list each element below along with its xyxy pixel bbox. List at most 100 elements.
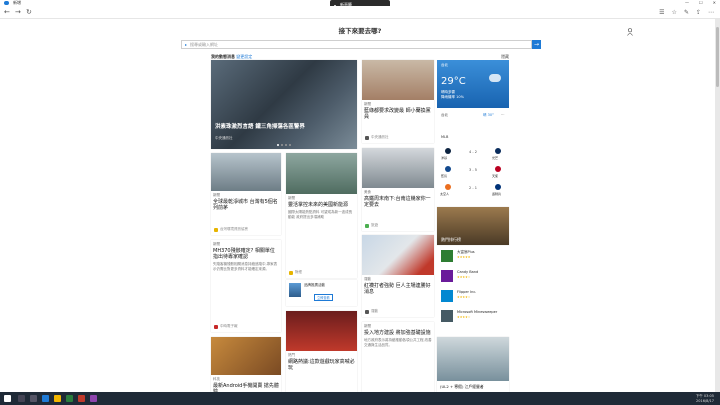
news-card[interactable]: 新聞 投入地方建設 將加強基礎設施 地方政府表示將持續推動各項公共工程,改善交通… [362, 322, 434, 392]
refresh-button[interactable]: ↻ [26, 9, 32, 16]
team-name: 太空人 [440, 192, 450, 196]
news-card[interactable]: 科技 最新Android手機開賣 搶先體驗 [211, 337, 281, 392]
card-footer: 中央通訊社 [371, 135, 389, 139]
clock-date: 2016/8/17 [696, 398, 714, 403]
app-item[interactable]: 大富翁Plus ★★★★★ [441, 248, 507, 266]
team-name: 天使 [492, 174, 499, 178]
search-box[interactable]: ▸ 搜尋或輸入網址 [181, 40, 532, 49]
card-image [286, 311, 357, 351]
store-icon[interactable] [66, 395, 73, 402]
ad-button[interactable]: 立即查看 [314, 294, 333, 301]
carousel-dots[interactable] [277, 144, 291, 146]
reading-list-icon[interactable]: ☰ [659, 9, 664, 16]
user-icon[interactable] [627, 28, 633, 36]
news-card[interactable]: 新聞 MH370殘骸確定? 相關單位指出待專家確認 失蹤客機殘骸相關消息持續追蹤… [211, 240, 281, 332]
ad-card[interactable]: 品牌推廣活動 立即查看 [286, 280, 357, 306]
card-source: 科技 [213, 377, 220, 381]
team-logo-icon [445, 148, 451, 154]
app-item[interactable]: Flipper Inc. ★★★★☆ [441, 288, 507, 306]
hero-card[interactable]: 洪素珠激烈言語 鐵三角掃蕩各區警界 中央通訊社 [211, 60, 357, 149]
favorites-icon[interactable]: ☆ [672, 9, 677, 16]
app-icon[interactable] [90, 395, 97, 402]
game-score: 3 - 5 [469, 168, 477, 172]
address-toolbar: ← → ↻ ☰ ☆ ✎ ⇪ ⋯ [0, 6, 720, 19]
page-heading: 接下來要去哪? [338, 27, 382, 35]
new-tab-page [0, 19, 715, 392]
card-image [286, 153, 357, 194]
search-icon[interactable] [18, 395, 25, 402]
edge-icon[interactable] [42, 395, 49, 402]
card-title: 全球最乾淨城市 台灣有5個名列前茅 [213, 199, 278, 211]
start-icon[interactable] [4, 395, 11, 402]
news-card[interactable]: (UL2 + 寒假) 江戶經營者 [437, 337, 509, 392]
app-item[interactable]: Microsoft Minesweeper ★★★★☆ [441, 308, 507, 326]
search-input[interactable]: 搜尋或輸入網址 [190, 42, 218, 48]
team-logo-icon [495, 166, 501, 172]
card-title: 紅襪打者強勢 巨人主場連勝好消息 [364, 283, 431, 295]
card-body: 國際太陽能熱點資料 可望成為新一波成長動能 政府提出多項補助 [288, 210, 353, 219]
card-image [362, 235, 434, 275]
search-button[interactable]: → [532, 40, 541, 49]
card-source: 新聞 [213, 242, 220, 246]
card-source: 熱門 [288, 353, 295, 357]
weather-city: 台北 [441, 63, 448, 67]
card-title: 最新Android手機開賣 搶先體驗 [213, 383, 279, 392]
sports-widget[interactable]: MLB 洋基 4 - 2 光芒 藍鳥 3 - 5 天使 太空人 2 - 1 遊騎… [437, 132, 509, 202]
team-name: 藍鳥 [441, 174, 448, 178]
clock-time: 下午 03:05 [695, 394, 714, 398]
app-rating: ★★★★☆ [457, 275, 471, 279]
feature-card[interactable]: 熱門排行榜 [437, 207, 509, 245]
share-icon[interactable]: ⇪ [696, 9, 701, 16]
news-card[interactable]: 熱門 網路熱議:這款遊戲玩家高喊必玩 [286, 311, 357, 392]
web-note-icon[interactable]: ✎ [684, 9, 689, 16]
edge-logo-icon [4, 1, 9, 5]
game-score: 2 - 1 [469, 186, 477, 190]
card-image [362, 60, 434, 100]
forward-button[interactable]: → [15, 9, 21, 16]
card-title: 網路熱議:這款遊戲玩家高喊必玩 [288, 359, 355, 371]
team-logo-icon [495, 148, 501, 154]
weather-widget[interactable]: 台北 29°C 晴時多雲 降雨機率 10% [437, 60, 509, 108]
scroll-thumb[interactable] [716, 27, 719, 87]
app-icon[interactable] [78, 395, 85, 402]
app-item[interactable]: Candy Band ★★★★☆ [441, 268, 507, 286]
card-footer: 財經 [295, 270, 302, 274]
news-card[interactable]: 運動 紅襪打者強勢 巨人主場連勝好消息 運動 [362, 235, 434, 317]
news-card[interactable]: 美食 高鐵周末南下:台南這幾家你一定要去 旅遊 [362, 148, 434, 231]
news-card[interactable]: 新聞 靈活掌控未來的美國新能源 國際太陽能熱點資料 可望成為新一波成長動能 政府… [286, 153, 357, 278]
taskbar: 下午 03:05 2016/8/17 [0, 392, 720, 405]
card-source: 新聞 [364, 324, 371, 328]
weather-foot-label: 台北 [441, 113, 448, 117]
scrollbar[interactable] [715, 19, 720, 392]
weather-description: 晴時多雲 降雨機率 10% [441, 90, 464, 99]
weather-footer: 台北 晴 30° … [437, 108, 509, 126]
card-title: MH370殘骸確定? 相關單位指出待專家確認 [213, 248, 275, 260]
card-image [362, 148, 434, 188]
news-card[interactable]: 新聞 藍綠都要求改變最 師小蘭換黨員 中央通訊社 [362, 60, 434, 143]
card-image [211, 337, 281, 375]
more-icon[interactable]: ⋯ [708, 9, 714, 16]
weather-more-icon[interactable]: … [501, 112, 505, 116]
bing-icon: ▸ [185, 42, 188, 47]
file-explorer-icon[interactable] [54, 395, 61, 402]
hero-title: 洪素珠激烈言語 鐵三角掃蕩各區警界 [215, 124, 305, 130]
weather-temperature: 29°C [441, 76, 466, 87]
card-footer: 運動 [371, 309, 378, 313]
system-clock[interactable]: 下午 03:05 2016/8/17 [696, 394, 714, 403]
back-button[interactable]: ← [4, 9, 10, 16]
weather-foot-value[interactable]: 晴 30° [483, 113, 494, 118]
task-view-icon[interactable] [30, 395, 37, 402]
card-title: (UL2 + 寒假) 江戶經營者 [440, 384, 484, 389]
feed-settings-link[interactable]: 變更設定 [236, 54, 252, 59]
toolbar-right: ☰ ☆ ✎ ⇪ ⋯ [659, 9, 714, 16]
app-icon [441, 270, 453, 282]
apps-widget: 大富翁Plus ★★★★★ Candy Band ★★★★☆ Flipper Inc… [437, 246, 509, 332]
card-source: 新聞 [213, 193, 220, 197]
app-rating: ★★★★★ [457, 255, 471, 259]
team-logo-icon [445, 184, 451, 190]
ad-image [289, 283, 301, 297]
news-card[interactable]: 新聞 全球最乾淨城市 台灣有5個名列前茅 台灣環境資訊協會 [211, 153, 281, 235]
card-body: 失蹤客機殘骸相關消息持續追蹤中,專家表示仍需比對更多資料才能確定來源。 [213, 262, 278, 271]
app-icon [441, 310, 453, 322]
game-score: 4 - 2 [469, 150, 477, 154]
